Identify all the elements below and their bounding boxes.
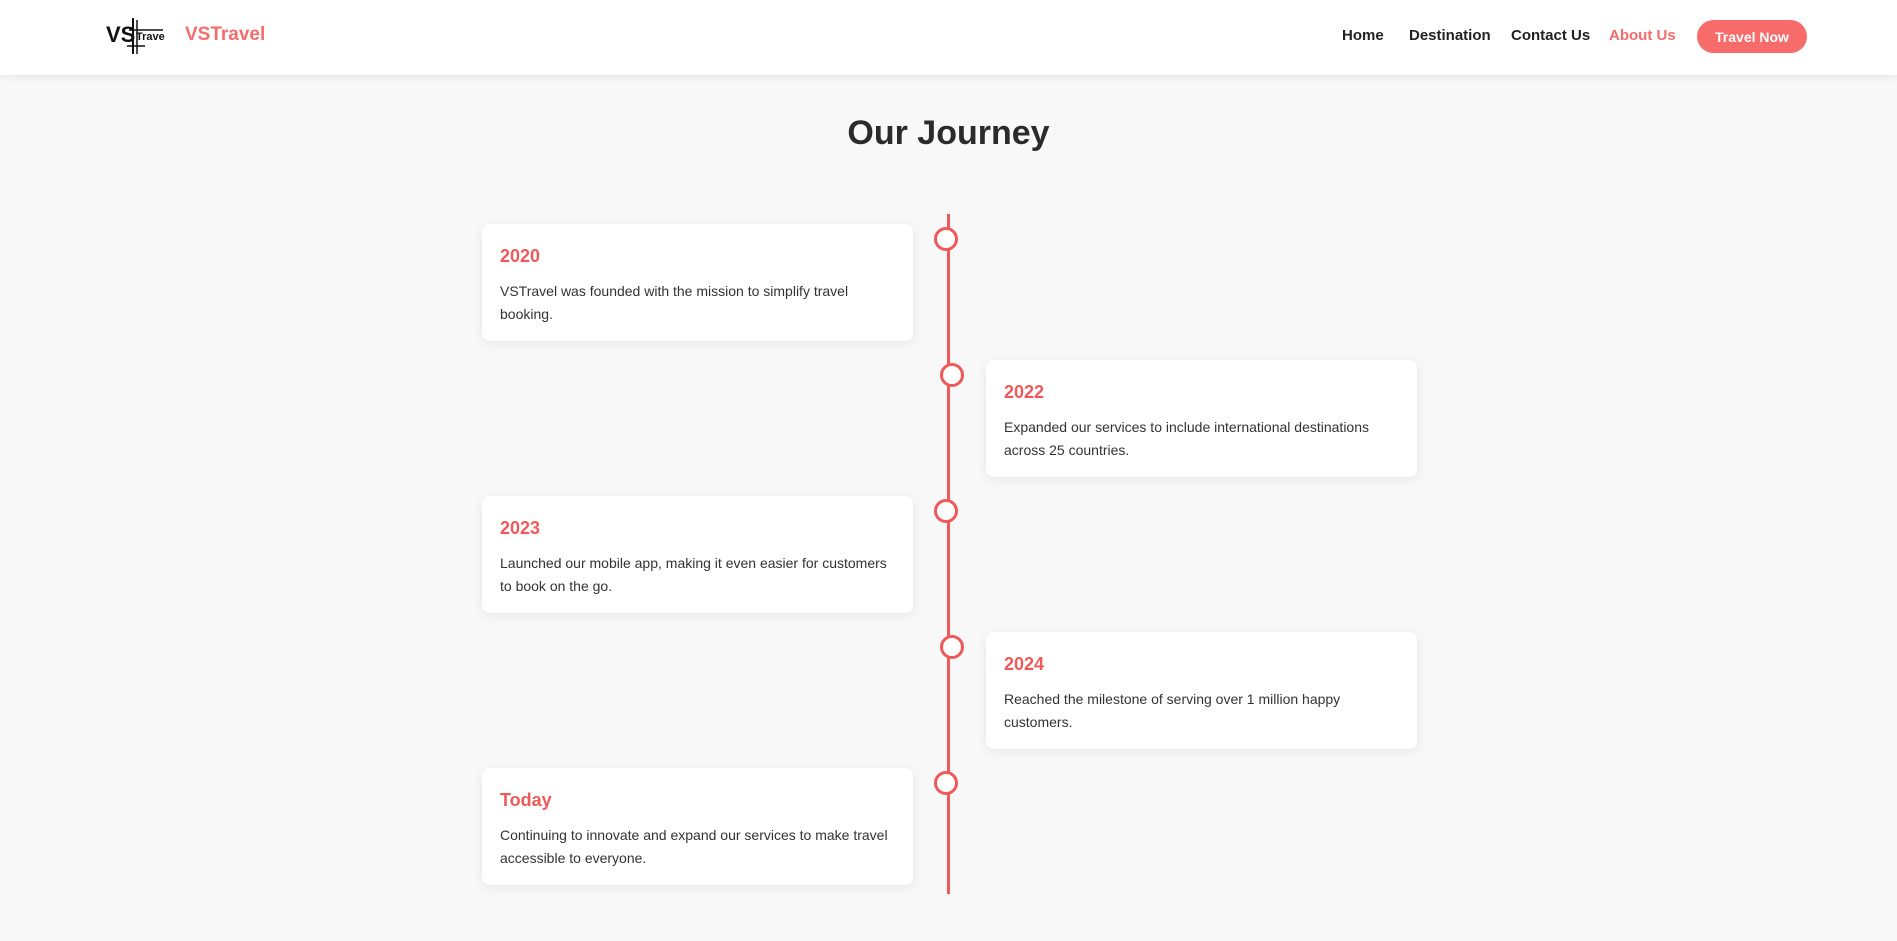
timeline-card-today: Today Continuing to innovate and expand … — [482, 768, 913, 885]
page-title: Our Journey — [847, 114, 1050, 152]
timeline-text: Reached the milestone of serving over 1 … — [1004, 691, 1341, 730]
timeline-dot — [934, 499, 958, 523]
nav-link-contact-us[interactable]: Contact Us — [1511, 27, 1590, 44]
navbar: VS Travel VSTravel Home Destination Cont… — [0, 0, 1897, 75]
timeline-text: VSTravel was founded with the mission to… — [500, 283, 849, 322]
timeline-text: Expanded our services to include interna… — [1004, 419, 1370, 458]
timeline-year: 2024 — [1004, 654, 1045, 674]
vstravel-logo[interactable]: VS Travel — [105, 16, 168, 56]
timeline-text: Launched our mobile app, making it even … — [500, 555, 887, 594]
timeline-card-2022: 2022 Expanded our services to include in… — [986, 360, 1417, 477]
timeline-dot — [940, 363, 964, 387]
timeline-dot — [934, 771, 958, 795]
brand-name[interactable]: VSTravel — [185, 24, 265, 46]
svg-text:VS: VS — [106, 22, 135, 47]
travel-now-button[interactable]: Travel Now — [1697, 20, 1807, 53]
timeline-dot — [940, 635, 964, 659]
nav-link-about-us[interactable]: About Us — [1609, 27, 1676, 44]
timeline-year: 2020 — [500, 246, 541, 266]
nav-link-destination[interactable]: Destination — [1409, 27, 1491, 44]
timeline-text: Continuing to innovate and expand our se… — [500, 827, 888, 866]
svg-text:Travel: Travel — [136, 31, 165, 43]
timeline-card-2023: 2023 Launched our mobile app, making it … — [482, 496, 913, 613]
timeline-card-2024: 2024 Reached the milestone of serving ov… — [986, 632, 1417, 749]
timeline-card-2020: 2020 VSTravel was founded with the missi… — [482, 224, 913, 341]
timeline-year: Today — [500, 790, 552, 810]
nav-link-home[interactable]: Home — [1342, 27, 1384, 44]
timeline-year: 2023 — [500, 518, 541, 538]
timeline-year: 2022 — [1004, 382, 1045, 402]
timeline-dot — [934, 227, 958, 251]
